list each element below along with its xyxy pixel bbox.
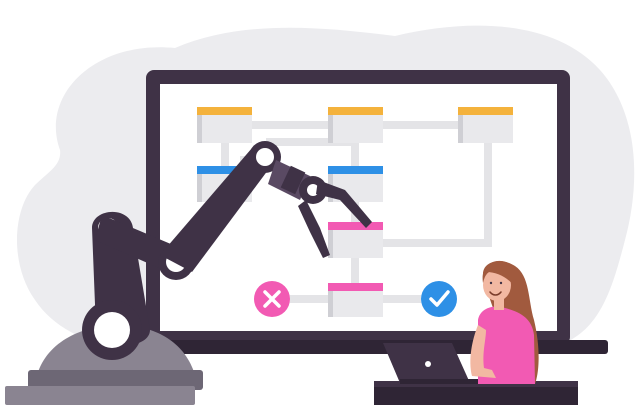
robot-base-foot xyxy=(5,386,195,405)
workflow-card-pink-upper xyxy=(328,222,383,258)
workflow-card-top-center xyxy=(328,107,383,143)
monitor-stand xyxy=(146,340,608,354)
robot-lower-joint xyxy=(94,312,130,348)
card-tab xyxy=(328,107,383,115)
approve-circle xyxy=(421,281,457,317)
card-tab xyxy=(328,222,383,230)
workflow-card-top-right xyxy=(458,107,513,143)
workflow-card-pink-lower xyxy=(328,283,383,317)
card-tab xyxy=(328,166,383,174)
approve-button xyxy=(421,281,457,317)
card-tab xyxy=(328,283,383,291)
person-eye xyxy=(499,281,503,285)
person-eye xyxy=(489,281,493,285)
robot-wrist-joint xyxy=(256,148,274,166)
card-tab xyxy=(458,107,513,115)
card-tab xyxy=(197,107,252,115)
workflow-card-top-left xyxy=(197,107,252,143)
automation-illustration xyxy=(5,25,635,405)
laptop-logo xyxy=(425,361,431,367)
reject-button xyxy=(254,281,290,317)
